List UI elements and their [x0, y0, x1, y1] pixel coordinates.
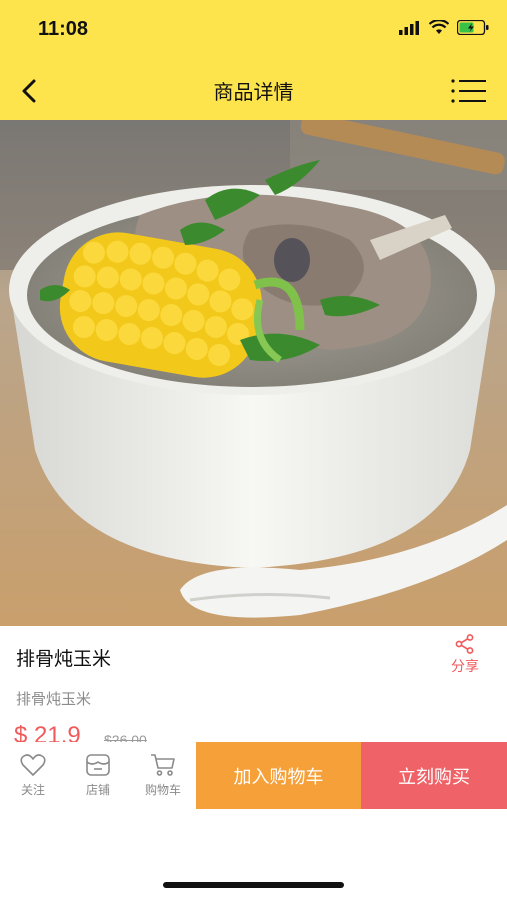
cart-button[interactable]: 购物车 [131, 742, 195, 809]
follow-button[interactable]: 关注 [1, 742, 65, 809]
store-icon [86, 754, 110, 776]
follow-label: 关注 [20, 783, 45, 797]
product-photo [0, 120, 507, 626]
cart-label: 购物车 [144, 783, 181, 797]
status-time: 11:08 [38, 18, 89, 40]
wifi-icon [429, 20, 449, 34]
product-name: 排骨炖玉米 [16, 648, 112, 670]
buy-now-button[interactable]: 立刻购买 [361, 742, 507, 809]
signal-icon [399, 20, 419, 35]
home-indicator[interactable] [163, 882, 344, 888]
battery-icon [457, 20, 489, 35]
product-image [0, 120, 507, 626]
nav-bar: 商品详情 [0, 62, 507, 120]
status-bar: 11:08 [0, 0, 507, 62]
page-title: 商品详情 [213, 80, 294, 104]
add-to-cart-button[interactable]: 加入购物车 [196, 742, 361, 809]
share-icon [455, 634, 474, 654]
share-label: 分享 [451, 659, 479, 675]
menu-icon [451, 79, 486, 103]
share-button[interactable]: 分享 [441, 634, 489, 676]
status-icons [399, 20, 489, 35]
cart-icon [151, 754, 175, 776]
product-subtitle: 排骨炖玉米 [16, 690, 92, 708]
bottom-action-bar: 关注 店铺 购物车 加入购物车 立刻购买 [0, 742, 507, 809]
menu-button[interactable] [449, 74, 489, 108]
shop-button[interactable]: 店铺 [66, 742, 130, 809]
shop-label: 店铺 [85, 783, 110, 797]
heart-icon [20, 754, 46, 776]
